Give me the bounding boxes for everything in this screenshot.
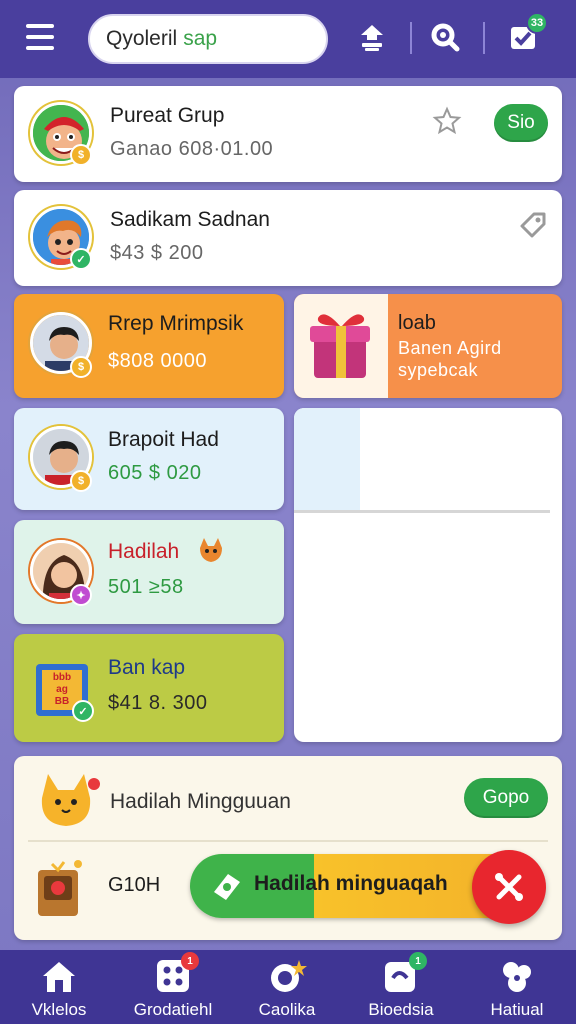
card-title: Rrep Mrimpsik bbox=[108, 312, 244, 335]
weekly-go-button[interactable]: Gopo bbox=[464, 778, 548, 818]
gift-image-panel bbox=[294, 294, 388, 398]
nav-item-home[interactable]: Vklelos bbox=[4, 958, 114, 1022]
contact-card[interactable]: $ Brapoit Had 605 $ 020 bbox=[14, 408, 284, 510]
radio-box-icon bbox=[32, 856, 90, 927]
card-title: Ban kap bbox=[108, 656, 186, 679]
nav-item-grid[interactable]: 1 Grodatiehl bbox=[118, 952, 228, 1022]
fox-sticker-icon bbox=[194, 534, 226, 571]
search-text-primary: Qyoleril bbox=[106, 27, 178, 50]
card-subtitle: $41 8. 300 bbox=[108, 692, 208, 714]
coin-icon: $ bbox=[70, 470, 92, 492]
card-subtitle-2: sypebcak bbox=[398, 360, 479, 380]
toolbar-divider bbox=[410, 22, 412, 54]
card-subtitle: 605 $ 020 bbox=[108, 462, 202, 484]
card-subtitle: Banen Agird bbox=[398, 338, 502, 358]
top-bar: Qyoleril sap 33 bbox=[0, 0, 576, 78]
nav-badge: 1 bbox=[181, 952, 199, 970]
card-subtitle: $808 0000 bbox=[108, 350, 208, 372]
fox-mascot-icon bbox=[34, 768, 104, 837]
panel-divider bbox=[294, 510, 550, 513]
nav-label: Grodatiehl bbox=[133, 1000, 213, 1019]
card-subtitle: $43 $ 200 bbox=[110, 242, 204, 264]
card-subtitle: Ganao 608·01.00 bbox=[110, 138, 274, 160]
reward-card[interactable]: $ Rrep Mrimpsik $808 0000 bbox=[14, 294, 284, 398]
star-icon[interactable] bbox=[432, 106, 462, 141]
nav-label: Caolika bbox=[258, 1000, 316, 1019]
nav-label: Hatiual bbox=[490, 1000, 544, 1019]
banner-text: Hadilah minguaqah bbox=[254, 872, 448, 895]
reward-card[interactable]: bbb ag BB ✓ Ban kap $41 8. 300 bbox=[14, 634, 284, 742]
home-icon bbox=[39, 958, 79, 994]
upload-icon[interactable] bbox=[355, 20, 389, 54]
bottom-label: G10H bbox=[108, 874, 161, 896]
join-button[interactable]: Sio bbox=[494, 104, 548, 142]
badge-icon: ✦ bbox=[70, 584, 92, 606]
sticker-text: bbb bbox=[52, 672, 72, 683]
tag-icon[interactable] bbox=[516, 208, 548, 245]
coin-icon: $ bbox=[70, 356, 92, 378]
search-icon[interactable] bbox=[428, 20, 462, 54]
puzzle-icon bbox=[497, 958, 537, 994]
nav-item-notes[interactable]: 1 Bioedsia bbox=[346, 952, 456, 1022]
search-input[interactable]: Qyoleril sap bbox=[88, 14, 328, 64]
group-card[interactable]: $ Pureat Grup Ganao 608·01.00 Sio bbox=[14, 86, 562, 182]
card-title: Hadilah bbox=[108, 540, 180, 563]
card-title: Pureat Grup bbox=[110, 104, 225, 127]
weekly-title: Hadilah Mingguuan bbox=[110, 790, 291, 813]
nav-item-chat[interactable]: Caolika bbox=[232, 958, 342, 1022]
content-panel bbox=[294, 408, 562, 742]
nav-label: Bioedsia bbox=[368, 1000, 434, 1019]
star-chat-icon bbox=[267, 958, 307, 994]
nav-item-puzzle[interactable]: Hatiual bbox=[462, 958, 572, 1022]
sticker-text: ag bbox=[56, 684, 68, 695]
card-subtitle: 501 ≥58 bbox=[108, 576, 184, 598]
nav-label: Vklelos bbox=[31, 1000, 87, 1019]
nav-badge: 1 bbox=[409, 952, 427, 970]
grid-icon: 1 bbox=[153, 952, 199, 994]
bottom-nav: Vklelos 1 Grodatiehl Caolika 1 Bioedsia … bbox=[0, 950, 576, 1024]
coin-icon: $ bbox=[70, 144, 92, 166]
toolbar-divider bbox=[483, 22, 485, 54]
message-check-icon[interactable]: 33 bbox=[506, 12, 548, 54]
menu-icon[interactable] bbox=[26, 24, 54, 50]
reward-card[interactable]: ✦ Hadilah 501 ≥58 bbox=[14, 520, 284, 624]
search-text-secondary: sap bbox=[183, 27, 218, 50]
tools-icon bbox=[495, 873, 523, 901]
weekly-divider bbox=[28, 840, 548, 842]
online-badge-icon: ✓ bbox=[70, 248, 92, 270]
card-title: loab bbox=[398, 312, 436, 334]
tools-fab-button[interactable] bbox=[472, 850, 546, 924]
card-title: Sadikam Sadnan bbox=[110, 208, 270, 231]
notification-badge: 33 bbox=[526, 12, 548, 34]
weekly-panel: Hadilah Mingguuan Gopo G10H Hadilah ming… bbox=[14, 756, 562, 940]
gift-card[interactable]: loab Banen Agird sypebcak bbox=[294, 294, 562, 398]
panel-accent bbox=[294, 408, 360, 512]
contact-card[interactable]: ✓ Sadikam Sadnan $43 $ 200 bbox=[14, 190, 562, 286]
online-badge-icon: ✓ bbox=[72, 700, 94, 722]
card-title: Brapoit Had bbox=[108, 428, 219, 451]
notes-icon: 1 bbox=[381, 952, 427, 994]
cash-icon bbox=[210, 870, 244, 907]
